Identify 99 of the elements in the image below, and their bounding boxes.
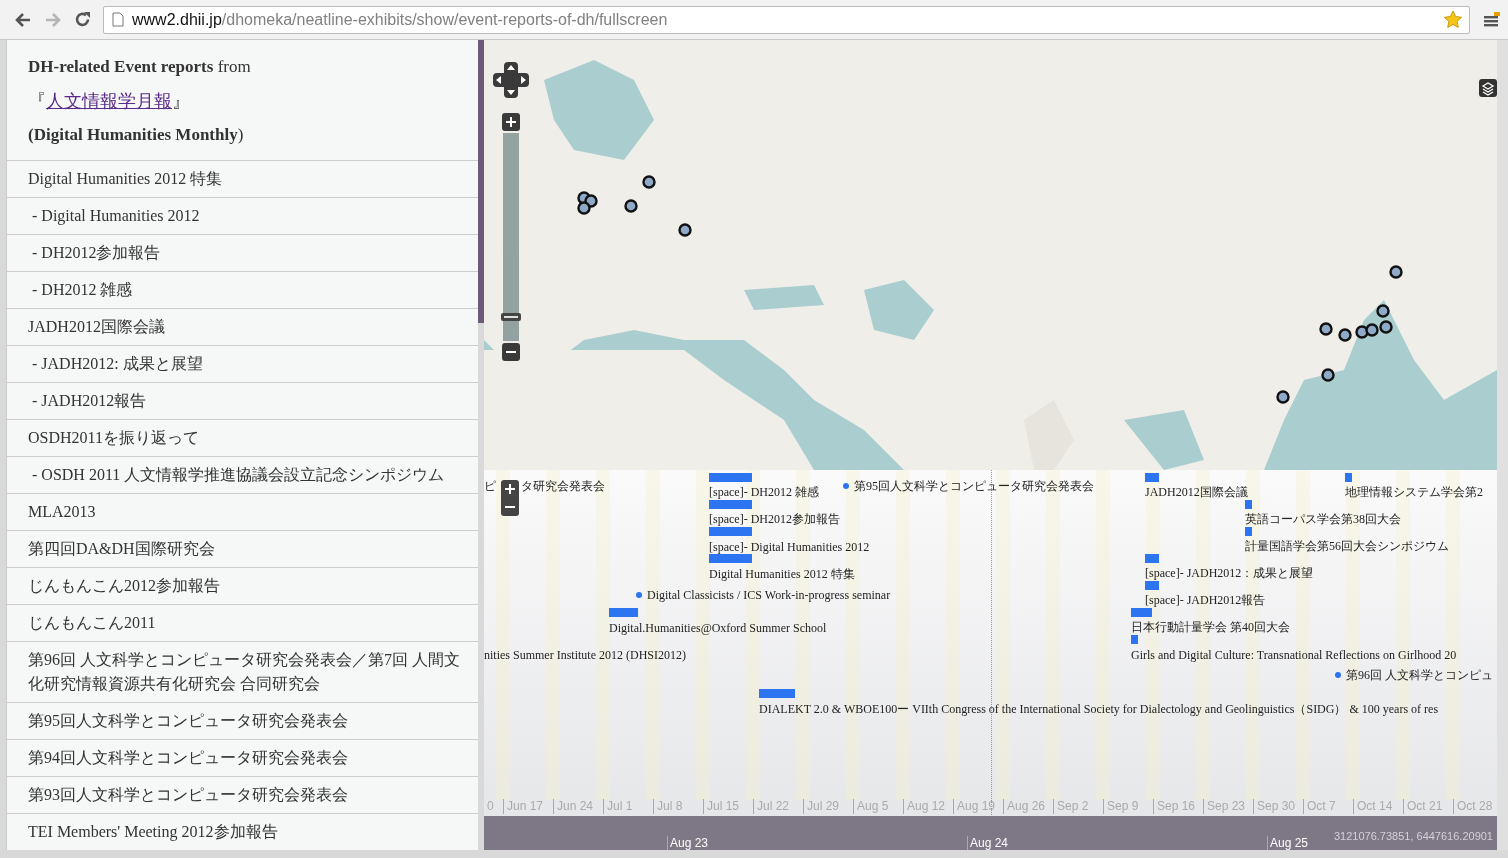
- map-marker[interactable]: [624, 199, 638, 213]
- event-label[interactable]: [space]- Digital Humanities 2012: [709, 539, 870, 555]
- date-tick: Aug 19: [953, 799, 1003, 814]
- map-coordinates: 3121076.73851, 6447616.20901: [1333, 830, 1493, 842]
- bookmark-star-icon[interactable]: [1443, 10, 1463, 29]
- date-tick: Oct 14: [1353, 799, 1403, 814]
- page-icon: [112, 12, 124, 27]
- scrollbar[interactable]: [478, 40, 484, 323]
- date-tick: Jun 17: [503, 799, 553, 814]
- address-bar[interactable]: www2.dhii.jp/dhomeka/neatline-exhibits/show/event-reports-of-dh/fullscreen: [103, 5, 1470, 34]
- event-dot[interactable]: [1335, 672, 1341, 678]
- map-marker[interactable]: [1276, 390, 1290, 404]
- bracket: 』: [172, 91, 190, 111]
- exhibit-title: DH-related Event reports from: [28, 56, 252, 78]
- date-tick: Jul 15: [703, 799, 753, 814]
- pan-control[interactable]: [493, 62, 529, 98]
- exhibit-subtitle: (Digital Humanities Monthly): [28, 124, 245, 146]
- sidebar-subitem[interactable]: - JADH2012報告: [7, 383, 478, 420]
- event-label[interactable]: JADH2012国際会議: [1145, 484, 1248, 500]
- date-tick: Jul 29: [803, 799, 853, 814]
- band-date: Aug 24: [967, 836, 1009, 850]
- map-marker[interactable]: [1319, 322, 1333, 336]
- event-label[interactable]: Digital Classicists / ICS Work-in-progress seminar: [647, 587, 891, 603]
- date-tick: Aug 26: [1003, 799, 1053, 814]
- timeline-zoom-control[interactable]: [501, 480, 519, 516]
- event-dot[interactable]: [636, 592, 642, 598]
- map-marker[interactable]: [577, 201, 591, 215]
- sidebar-subitem[interactable]: - Digital Humanities 2012: [7, 198, 478, 235]
- map-marker[interactable]: [1355, 325, 1369, 339]
- zoom-in-icon[interactable]: [502, 113, 520, 131]
- date-tick: Oct 21: [1403, 799, 1453, 814]
- sidebar-subitem[interactable]: - DH2012参加報告: [7, 235, 478, 272]
- band-date: Aug 25: [1267, 836, 1309, 850]
- event-label[interactable]: Girls and Digital Culture: Transnational Reflections on Girlhood 20: [1131, 647, 1457, 663]
- date-tick: Jun 24: [553, 799, 603, 814]
- date-tick: Sep 23: [1203, 799, 1253, 814]
- layers-icon[interactable]: [1479, 79, 1497, 97]
- date-tick: Jul 22: [753, 799, 803, 814]
- sidebar-item[interactable]: 第96回 人文科学とコンピュータ研究会発表会／第7回 人間文化研究情報資源共有化研究会 合同研究会: [7, 642, 478, 703]
- sidebar-item[interactable]: 第94回人文科学とコンピュータ研究会発表会: [7, 740, 478, 777]
- sidebar-item[interactable]: 第93回人文科学とコンピュータ研究会発表会: [7, 777, 478, 814]
- date-tick: Aug 12: [903, 799, 953, 814]
- overview-band[interactable]: Aug 23 Aug 24 Aug 25 3121076.73851, 6447616.20901: [484, 816, 1497, 850]
- map-marker[interactable]: [642, 175, 656, 189]
- zoom-handle[interactable]: [501, 313, 521, 321]
- map-marker[interactable]: [1376, 304, 1390, 318]
- event-label[interactable]: [space]- JADH2012：成果と展望: [1145, 565, 1314, 581]
- date-tick: Jul 8: [653, 799, 703, 814]
- date-tick: Sep 2: [1053, 799, 1103, 814]
- date-tick: Jul 1: [603, 799, 653, 814]
- event-label[interactable]: 計量国語学会第56回大会シンポジウム: [1245, 538, 1449, 554]
- sidebar-subitem[interactable]: - DH2012 雑感: [7, 272, 478, 309]
- event-label[interactable]: Digital.Humanities@Oxford Summer School: [609, 620, 827, 636]
- sidebar-subitem[interactable]: - JADH2012: 成果と展望: [7, 346, 478, 383]
- event-label[interactable]: [space]- JADH2012報告: [1145, 592, 1266, 608]
- journal-link[interactable]: 人文情報学月報: [46, 91, 172, 111]
- event-label[interactable]: Digital Humanities 2012 特集: [709, 566, 855, 582]
- event-label[interactable]: [space]- DH2012 雑感: [709, 484, 819, 500]
- event-label[interactable]: 地理情報システム学会第2: [1345, 484, 1483, 500]
- sidebar-item[interactable]: OSDH2011を振り返って: [7, 420, 478, 457]
- date-tick: Sep 9: [1103, 799, 1153, 814]
- event-label[interactable]: タ研究会発表会: [521, 478, 605, 494]
- zoom-slider[interactable]: [503, 133, 519, 341]
- back-icon[interactable]: [14, 11, 32, 28]
- bracket: 『: [28, 91, 46, 111]
- sidebar-item[interactable]: じんもんこん2012参加報告: [7, 568, 478, 605]
- event-label[interactable]: DIALEKT 2.0 & WBOE100ー VIIth Congress of the International Society for Dialectology and Geolinguistics（SIDG） & 100 years of res: [759, 701, 1439, 717]
- sidebar-item[interactable]: JADH2012国際会議: [7, 309, 478, 346]
- map-marker[interactable]: [678, 223, 692, 237]
- event-label[interactable]: ピ: [484, 478, 496, 494]
- zoom-out-icon[interactable]: [502, 343, 520, 361]
- menu-icon[interactable]: [1484, 11, 1500, 28]
- sidebar-item[interactable]: 第95回人文科学とコンピュータ研究会発表会: [7, 703, 478, 740]
- event-label[interactable]: 第96回 人文科学とコンピュ: [1346, 667, 1493, 683]
- band-date: Aug 23: [667, 836, 709, 850]
- sidebar-item[interactable]: MLA2013: [7, 494, 478, 531]
- date-tick: Sep 16: [1153, 799, 1203, 814]
- map-marker[interactable]: [1365, 323, 1379, 337]
- sidebar-item[interactable]: じんもんこん2011: [7, 605, 478, 642]
- url-text: www2.dhii.jp/dhomeka/neatline-exhibits/show/event-reports-of-dh/fullscreen: [132, 10, 669, 29]
- map-marker[interactable]: [1321, 368, 1335, 382]
- event-label[interactable]: 日本行動計量学会 第40回大会: [1131, 619, 1290, 635]
- map-marker[interactable]: [1389, 265, 1403, 279]
- event-label[interactable]: nities Summer Institute 2012 (DHSI2012): [484, 647, 686, 663]
- event-label[interactable]: 第95回人文科学とコンピュータ研究会発表会: [854, 478, 1094, 494]
- date-tick: 0: [486, 799, 495, 814]
- event-dot[interactable]: [843, 483, 849, 489]
- sidebar-subitem[interactable]: - OSDH 2011 人文情報学推進協議会設立記念シンポジウム: [7, 457, 478, 494]
- reload-icon[interactable]: [74, 11, 91, 28]
- map-marker[interactable]: [1379, 320, 1393, 334]
- sidebar-item[interactable]: 第四回DA&DH国際研究会: [7, 531, 478, 568]
- date-tick: Aug 5: [853, 799, 903, 814]
- map-marker[interactable]: [1338, 328, 1352, 342]
- date-tick: Oct 7: [1303, 799, 1353, 814]
- event-label[interactable]: [space]- DH2012参加報告: [709, 511, 840, 527]
- date-tick: Sep 30: [1253, 799, 1303, 814]
- sidebar-item[interactable]: Digital Humanities 2012 特集: [7, 161, 478, 198]
- sidebar-item[interactable]: TEI Members' Meeting 2012参加報告: [7, 814, 478, 850]
- event-label[interactable]: 英語コーパス学会第38回大会: [1245, 511, 1401, 527]
